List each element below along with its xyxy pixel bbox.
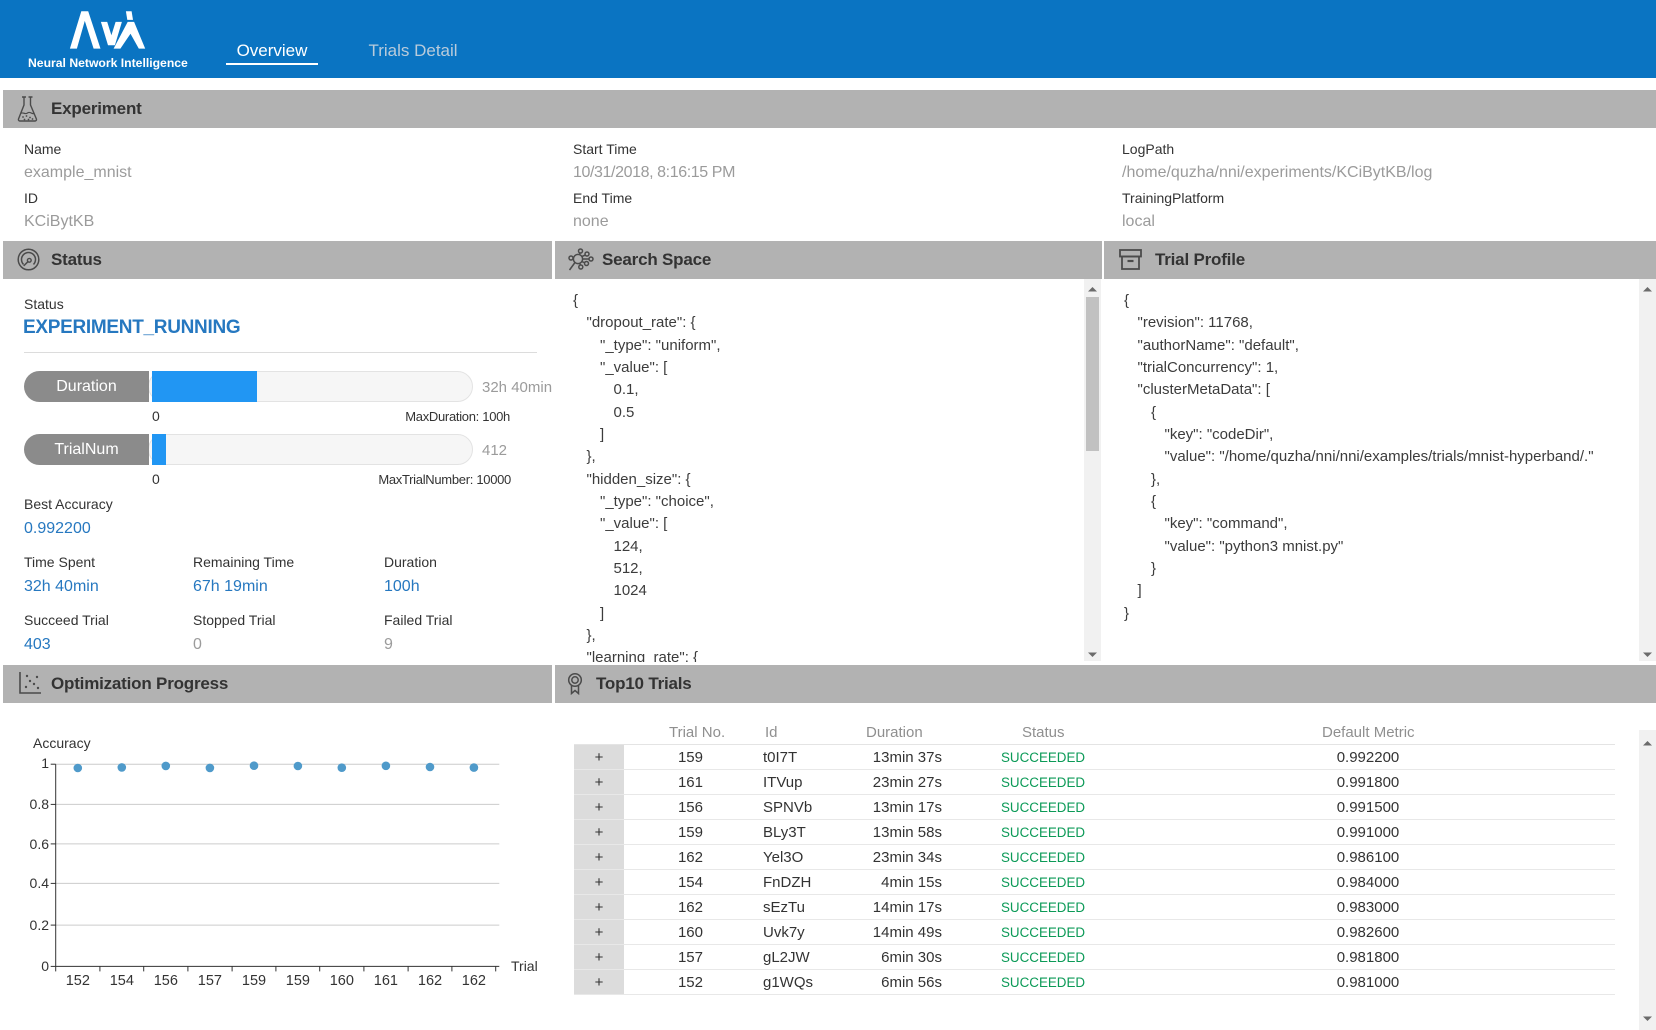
svg-text:160: 160 bbox=[330, 973, 354, 989]
svg-text:1: 1 bbox=[41, 755, 49, 771]
svg-text:157: 157 bbox=[198, 973, 222, 989]
svg-text:Trial: Trial bbox=[511, 958, 538, 974]
svg-text:0.8: 0.8 bbox=[30, 796, 50, 812]
svg-text:161: 161 bbox=[374, 973, 398, 989]
svg-text:159: 159 bbox=[242, 973, 266, 989]
svg-text:0.2: 0.2 bbox=[30, 917, 50, 933]
svg-text:156: 156 bbox=[154, 973, 178, 989]
svg-text:162: 162 bbox=[462, 973, 486, 989]
svg-text:0.4: 0.4 bbox=[30, 875, 50, 891]
svg-text:152: 152 bbox=[66, 973, 90, 989]
svg-text:Accuracy: Accuracy bbox=[33, 735, 91, 751]
svg-text:162: 162 bbox=[418, 973, 442, 989]
svg-text:0.6: 0.6 bbox=[30, 836, 50, 852]
svg-text:159: 159 bbox=[286, 973, 310, 989]
svg-text:154: 154 bbox=[110, 973, 134, 989]
svg-text:0: 0 bbox=[41, 958, 49, 974]
